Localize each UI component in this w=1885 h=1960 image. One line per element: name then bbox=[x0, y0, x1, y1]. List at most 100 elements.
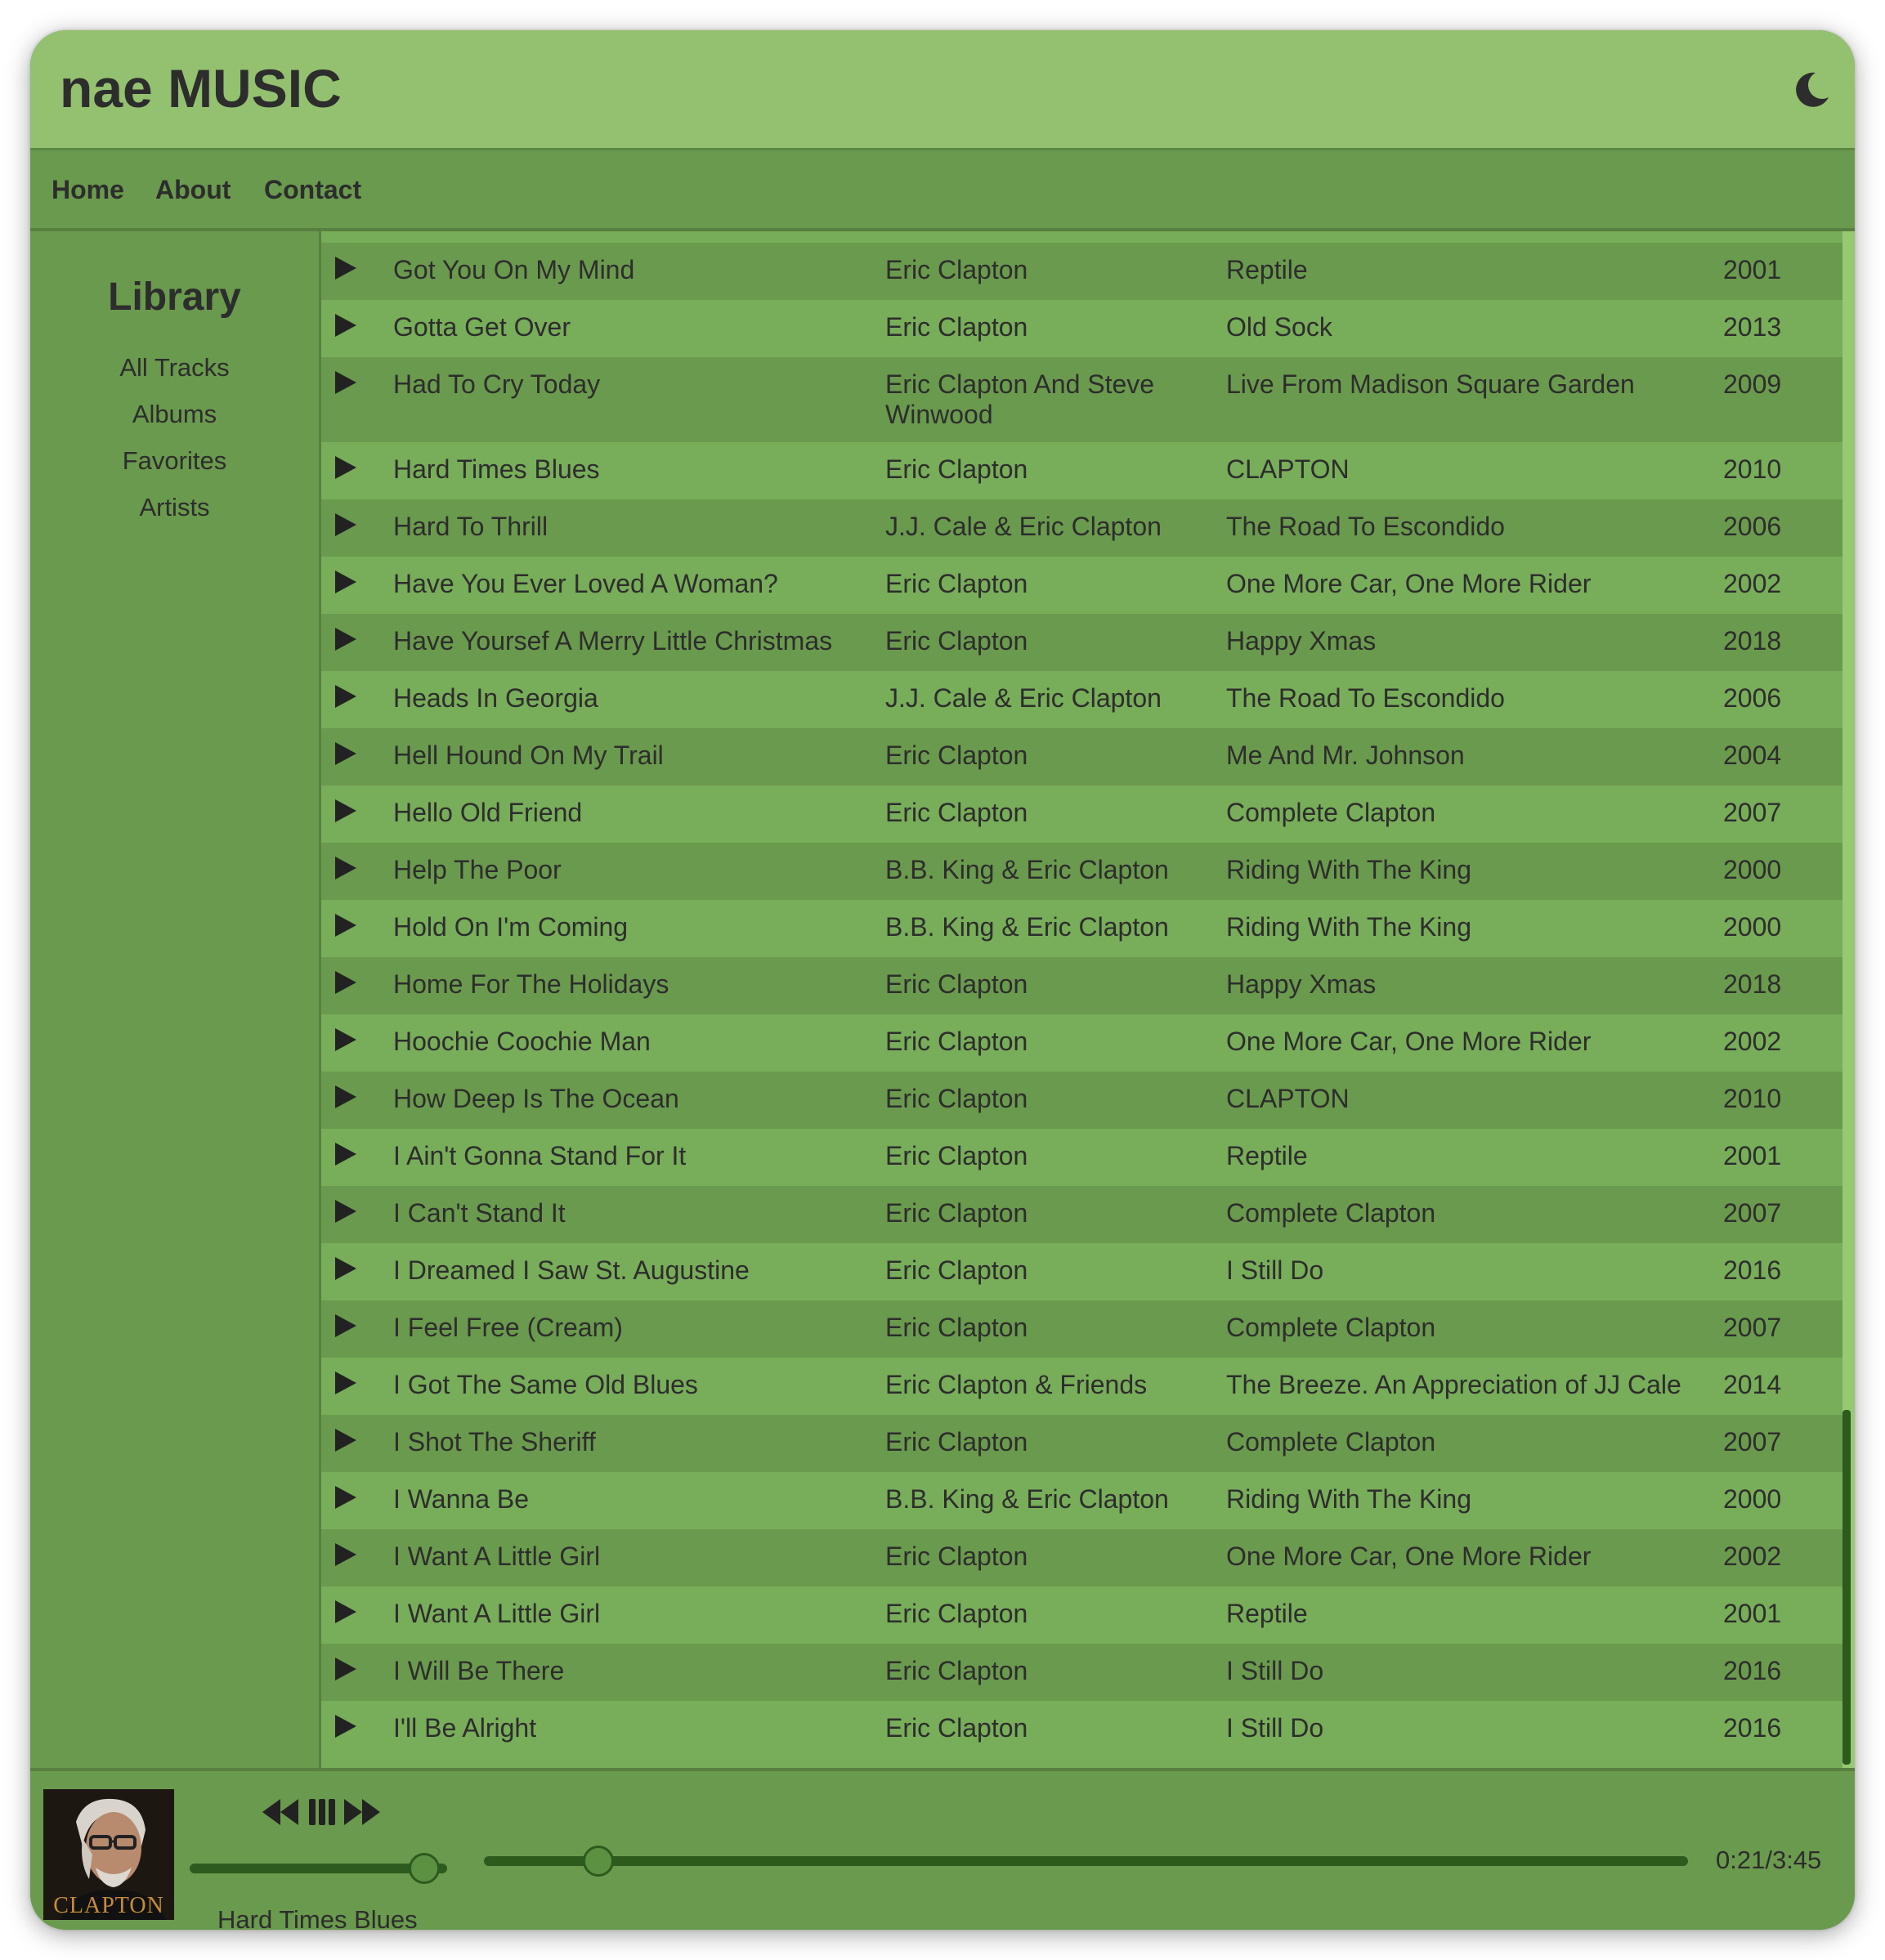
track-title: I Want A Little Girl bbox=[393, 1599, 601, 1628]
track-row[interactable]: Heads In Georgia J.J. Cale & Eric Clapton… bbox=[321, 671, 1842, 728]
track-artist: Eric Clapton bbox=[885, 255, 1028, 284]
track-artist: Eric Clapton & Friends bbox=[885, 1370, 1148, 1399]
play-icon[interactable] bbox=[335, 799, 356, 822]
moon-icon[interactable] bbox=[1791, 69, 1832, 110]
track-year: 2018 bbox=[1723, 969, 1782, 999]
play-icon[interactable] bbox=[335, 1658, 356, 1680]
track-row[interactable]: Home For The Holidays Eric Clapton Happy X… bbox=[321, 957, 1842, 1014]
track-title: Gotta Get Over bbox=[393, 312, 571, 342]
track-row[interactable]: Have You Ever Loved A Woman? Eric Clapton… bbox=[321, 557, 1842, 614]
track-year: 2016 bbox=[1723, 1713, 1782, 1743]
play-icon[interactable] bbox=[335, 1543, 356, 1566]
play-icon[interactable] bbox=[335, 1372, 356, 1394]
track-album: Happy Xmas bbox=[1226, 626, 1377, 656]
volume-slider-knob[interactable] bbox=[409, 1853, 440, 1884]
track-row[interactable]: Gotta Get Over Eric Clapton Old Sock 2013 bbox=[321, 300, 1842, 357]
play-icon[interactable] bbox=[335, 456, 356, 479]
track-year: 2009 bbox=[1723, 369, 1782, 399]
track-album: I Still Do bbox=[1226, 1713, 1324, 1743]
track-row[interactable]: Have Yoursef A Merry Little Christmas Eri… bbox=[321, 614, 1842, 671]
play-icon[interactable] bbox=[335, 1429, 356, 1452]
track-title: Hard To Thrill bbox=[393, 512, 548, 541]
next-icon[interactable] bbox=[343, 1796, 382, 1828]
play-icon[interactable] bbox=[335, 314, 356, 337]
track-row[interactable]: I Dreamed I Saw St. Augustine Eric Clapto… bbox=[321, 1243, 1842, 1300]
track-title: I Ain't Gonna Stand For It bbox=[393, 1141, 687, 1170]
track-row[interactable]: Help The Poor B.B. King & Eric Clapton Rid… bbox=[321, 843, 1842, 900]
track-row[interactable]: I Ain't Gonna Stand For It Eric Clapton Re… bbox=[321, 1129, 1842, 1186]
track-year: 2002 bbox=[1723, 1542, 1782, 1571]
play-icon[interactable] bbox=[335, 257, 356, 280]
scrollbar-thumb[interactable] bbox=[1842, 1410, 1851, 1765]
play-icon[interactable] bbox=[335, 1028, 356, 1051]
track-row[interactable]: Hard To Thrill J.J. Cale & Eric Clapton Th… bbox=[321, 499, 1842, 557]
track-album: Happy Xmas bbox=[1226, 969, 1377, 999]
track-row[interactable]: I Feel Free (Cream) Eric Clapton Complete … bbox=[321, 1300, 1842, 1358]
nav-about[interactable]: About bbox=[155, 175, 231, 204]
track-row[interactable]: I Got The Same Old Blues Eric Clapton & F… bbox=[321, 1358, 1842, 1415]
sidebar-item-albums[interactable]: Albums bbox=[30, 400, 319, 429]
track-year: 2016 bbox=[1723, 1656, 1782, 1685]
header: nae MUSIC bbox=[30, 30, 1855, 150]
track-row[interactable]: Hello Old Friend Eric Clapton Complete Cla… bbox=[321, 785, 1842, 843]
play-icon[interactable] bbox=[335, 971, 356, 994]
track-row[interactable]: I Will Be There Eric Clapton I Still Do 201… bbox=[321, 1644, 1842, 1701]
play-icon[interactable] bbox=[335, 857, 356, 879]
track-row[interactable]: Hoochie Coochie Man Eric Clapton One More … bbox=[321, 1014, 1842, 1072]
play-icon[interactable] bbox=[335, 1600, 356, 1623]
play-icon[interactable] bbox=[335, 628, 356, 651]
pause-icon[interactable] bbox=[308, 1796, 336, 1828]
track-artist: Eric Clapton bbox=[885, 741, 1028, 770]
track-row[interactable]: I'll Be Alright Eric Clapton I Still Do 201… bbox=[321, 1701, 1842, 1758]
track-year: 2006 bbox=[1723, 512, 1782, 541]
track-year: 2010 bbox=[1723, 1084, 1782, 1113]
track-title: Hoochie Coochie Man bbox=[393, 1027, 651, 1056]
track-title: Have Yoursef A Merry Little Christmas bbox=[393, 626, 833, 656]
track-album: Reptile bbox=[1226, 255, 1308, 284]
sidebar-item-artists[interactable]: Artists bbox=[30, 493, 319, 522]
track-artist: Eric Clapton bbox=[885, 1084, 1028, 1113]
track-title: I Feel Free (Cream) bbox=[393, 1313, 623, 1342]
track-album: Live From Madison Square Garden bbox=[1226, 369, 1635, 399]
play-icon[interactable] bbox=[335, 1257, 356, 1280]
play-icon[interactable] bbox=[335, 1200, 356, 1223]
play-icon[interactable] bbox=[335, 1085, 356, 1108]
progress-bar[interactable] bbox=[484, 1856, 1688, 1866]
track-row[interactable]: I Can't Stand It Eric Clapton Complete Cla… bbox=[321, 1186, 1842, 1243]
play-icon[interactable] bbox=[335, 742, 356, 765]
progress-bar-knob[interactable] bbox=[583, 1846, 614, 1877]
sidebar-item-favorites[interactable]: Favorites bbox=[30, 446, 319, 476]
play-icon[interactable] bbox=[335, 1143, 356, 1166]
playback-controls bbox=[261, 1796, 392, 1828]
track-row[interactable]: Hell Hound On My Trail Eric Clapton Me And… bbox=[321, 728, 1842, 785]
track-row[interactable]: I Wanna Be B.B. King & Eric Clapton Riding… bbox=[321, 1472, 1842, 1529]
track-artist: B.B. King & Eric Clapton bbox=[885, 1484, 1169, 1514]
track-row[interactable]: Hard Times Blues Eric Clapton CLAPTON 2010 bbox=[321, 442, 1842, 499]
track-album: Complete Clapton bbox=[1226, 1198, 1436, 1228]
track-row[interactable]: Hold On I'm Coming B.B. King & Eric Clapt… bbox=[321, 900, 1842, 957]
track-artist: Eric Clapton bbox=[885, 1027, 1028, 1056]
play-icon[interactable] bbox=[335, 685, 356, 708]
play-icon[interactable] bbox=[335, 571, 356, 593]
track-row[interactable]: Had To Cry Today Eric Clapton And Steve W… bbox=[321, 357, 1842, 442]
track-row[interactable]: Got You On My Mind Eric Clapton Reptile 200… bbox=[321, 243, 1842, 300]
track-row[interactable]: How Deep Is The Ocean Eric Clapton CLAPTON… bbox=[321, 1072, 1842, 1129]
track-row[interactable]: I Want A Little Girl Eric Clapton One More… bbox=[321, 1529, 1842, 1586]
track-album: Riding With The King bbox=[1226, 912, 1471, 942]
nav-contact[interactable]: Contact bbox=[264, 175, 361, 204]
play-icon[interactable] bbox=[335, 1314, 356, 1337]
sidebar-item-all-tracks[interactable]: All Tracks bbox=[30, 353, 319, 383]
play-icon[interactable] bbox=[335, 1715, 356, 1738]
play-icon[interactable] bbox=[335, 914, 356, 937]
track-artist: Eric Clapton bbox=[885, 1198, 1028, 1228]
track-row[interactable]: I Want A Little Girl Eric Clapton Reptile 2… bbox=[321, 1586, 1842, 1644]
play-icon[interactable] bbox=[335, 1486, 356, 1509]
track-title: I Dreamed I Saw St. Augustine bbox=[393, 1255, 750, 1285]
play-icon[interactable] bbox=[335, 513, 356, 536]
track-artist: Eric Clapton bbox=[885, 1542, 1028, 1571]
track-artist: Eric Clapton bbox=[885, 1599, 1028, 1628]
previous-icon[interactable] bbox=[261, 1796, 300, 1828]
track-row[interactable]: I Shot The Sheriff Eric Clapton Complete C… bbox=[321, 1415, 1842, 1472]
play-icon[interactable] bbox=[335, 371, 356, 394]
nav-home[interactable]: Home bbox=[51, 175, 124, 204]
